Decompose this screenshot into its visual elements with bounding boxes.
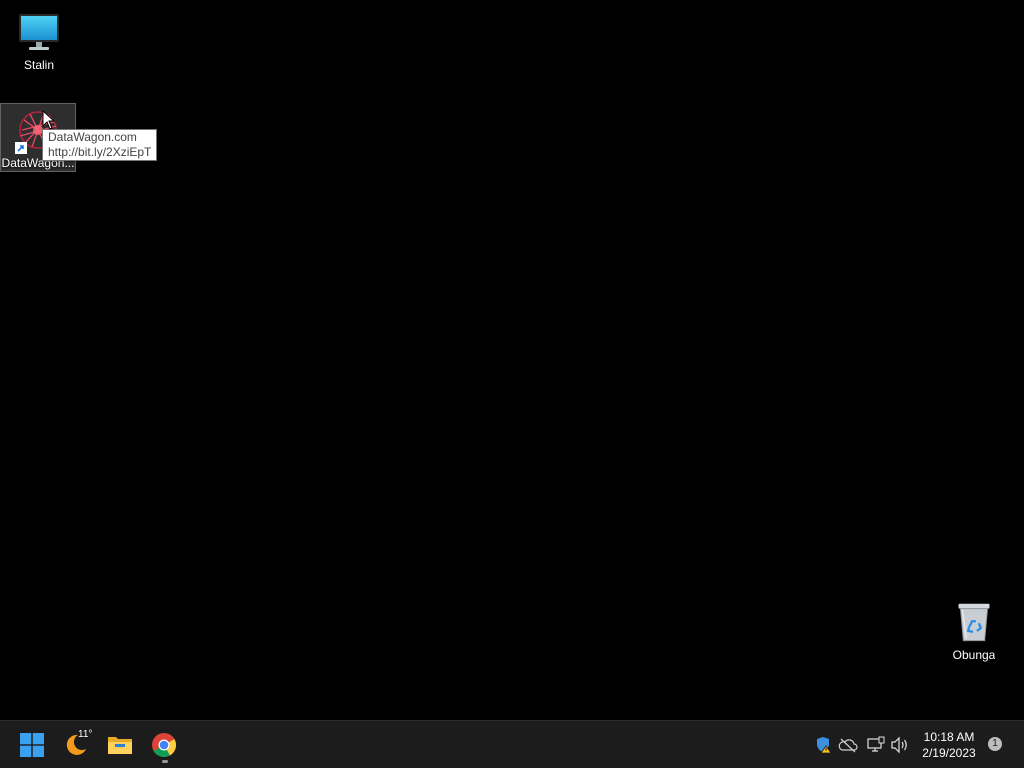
recycle-bin-icon [958,603,990,642]
monitor-icon [19,14,59,50]
desktop-icon-label: Obunga [952,648,996,662]
onedrive-offline-icon[interactable] [838,735,858,755]
network-icon[interactable] [866,735,886,755]
desktop-icon-label: Stalin [23,58,55,72]
mouse-cursor-icon [42,110,56,130]
desktop-icon-stalin[interactable]: Stalin [1,6,77,74]
clock-time: 10:18 AM [923,730,975,744]
tooltip-title: DataWagon.com [48,130,137,144]
start-button[interactable] [12,725,52,765]
notification-badge[interactable]: 1 [988,737,1002,751]
shortcut-tooltip: DataWagon.com http://bit.ly/2XziEpT [42,129,158,161]
clock-date: 2/19/2023 [922,746,976,760]
file-explorer-button[interactable] [100,725,140,765]
taskbar: 11° 10:18 AM 2/19/2023 1 [0,720,1024,768]
chrome-button[interactable] [144,725,184,765]
weather-temperature: 11° [78,729,93,740]
shortcut-arrow-icon [15,142,27,154]
chrome-icon [152,733,177,758]
weather-widget-button[interactable]: 11° [56,725,96,765]
desktop: Stalin DataWagon... Obunga DataWagon.com… [0,0,1024,720]
desktop-icon-obunga[interactable]: Obunga [936,594,1012,662]
security-warning-icon[interactable] [814,735,834,755]
file-explorer-icon [108,737,132,754]
tooltip-url: http://bit.ly/2XziEpT [48,145,152,159]
windows-start-icon [20,733,44,757]
clock[interactable]: 10:18 AM 2/19/2023 [916,729,982,761]
volume-icon[interactable] [890,735,910,755]
